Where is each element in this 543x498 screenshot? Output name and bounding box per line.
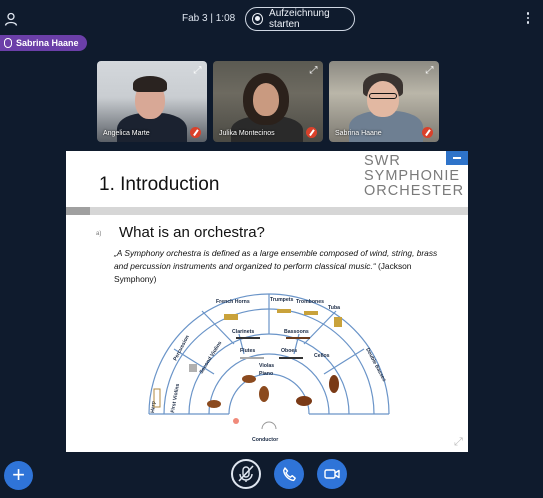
more-vert-icon[interactable]: [524, 12, 532, 26]
viola-icon: [259, 386, 269, 402]
slide-title: 1. Introduction: [99, 174, 220, 195]
label-piano: Piano: [259, 371, 273, 377]
active-speaker-badge: Sabrina Haane: [0, 35, 87, 51]
participant-name: Angelica Marte: [103, 130, 150, 137]
conductor-marker: [233, 418, 239, 424]
flute-icon: [240, 357, 264, 359]
label-trumpets: Trumpets: [270, 297, 293, 303]
camera-button[interactable]: [317, 459, 347, 489]
percussion-icon: [189, 364, 197, 372]
mic-muted-icon: [306, 127, 317, 138]
start-recording-label: Aufzeichnung starten: [269, 8, 330, 30]
tuba-icon: [334, 317, 342, 327]
fullscreen-icon[interactable]: ⤢: [454, 436, 466, 448]
mic-muted-icon: [238, 465, 254, 482]
trumpet-icon: [277, 309, 291, 313]
user-icon[interactable]: [4, 12, 18, 26]
french-horn-icon: [224, 314, 238, 320]
leave-call-button[interactable]: [274, 459, 304, 489]
mic-muted-icon: [190, 127, 201, 138]
mic-muted-icon: [422, 127, 433, 138]
expand-icon[interactable]: ⤢: [192, 65, 203, 76]
clarinet-icon: [236, 337, 260, 339]
label-first-violins: First Violins: [170, 383, 181, 413]
oboe-icon: [279, 357, 303, 359]
video-tile[interactable]: ⤢ Angelica Marte: [97, 61, 207, 142]
label-tuba: Tuba: [328, 305, 340, 311]
bullet-marker: a): [96, 231, 102, 237]
label-second-violins: Second Violins: [199, 340, 224, 375]
swr-logo: SWR SYMPHONIE ORCHESTER: [364, 153, 465, 199]
cello-icon: [296, 396, 312, 406]
meeting-title: Fab 3 | 1:08: [182, 13, 236, 24]
shared-slide: 1. Introduction SWR SYMPHONIE ORCHESTER …: [66, 151, 468, 452]
trombone-icon: [304, 311, 318, 315]
slide-heading: What is an orchestra?: [119, 224, 265, 241]
video-tile[interactable]: ⤢ Julika Montecinos: [213, 61, 323, 142]
label-flutes: Flutes: [240, 348, 255, 354]
expand-icon[interactable]: ⤢: [424, 65, 435, 76]
phone-icon: [283, 467, 296, 482]
violin-icon: [242, 375, 256, 383]
video-tile[interactable]: ⤢ Sabrina Haane: [329, 61, 439, 142]
double-bass-icon: [329, 375, 339, 393]
expand-icon[interactable]: ⤢: [308, 65, 319, 76]
orchestra-seating-diagram: French Horns Trumpets Trombones Tuba Cla…: [148, 293, 390, 443]
start-recording-button[interactable]: Aufzeichnung starten: [245, 7, 355, 31]
first-violin-icon: [207, 400, 221, 408]
mic-icon: [4, 38, 12, 48]
label-trombones: Trombones: [296, 299, 324, 305]
bassoon-icon: [286, 337, 310, 339]
camera-icon: [324, 469, 340, 479]
title-divider: [66, 207, 468, 215]
label-conductor: Conductor: [252, 437, 278, 443]
mute-button[interactable]: [231, 459, 261, 489]
label-clarinets: Clarinets: [232, 329, 254, 335]
participant-name: Julika Montecinos: [219, 130, 275, 137]
label-oboes: Oboes: [281, 348, 297, 354]
label-bassoons: Bassoons: [284, 329, 309, 335]
label-french-horns: French Horns: [216, 299, 250, 305]
participant-name: Sabrina Haane: [335, 130, 382, 137]
plus-icon[interactable]: +: [4, 461, 33, 490]
active-speaker-name: Sabrina Haane: [16, 38, 79, 48]
label-cellos: Cellos: [314, 353, 330, 359]
slide-quote: „A Symphony orchestra is defined as a la…: [114, 247, 444, 286]
label-violas: Violas: [259, 363, 274, 369]
record-icon: [252, 13, 264, 25]
